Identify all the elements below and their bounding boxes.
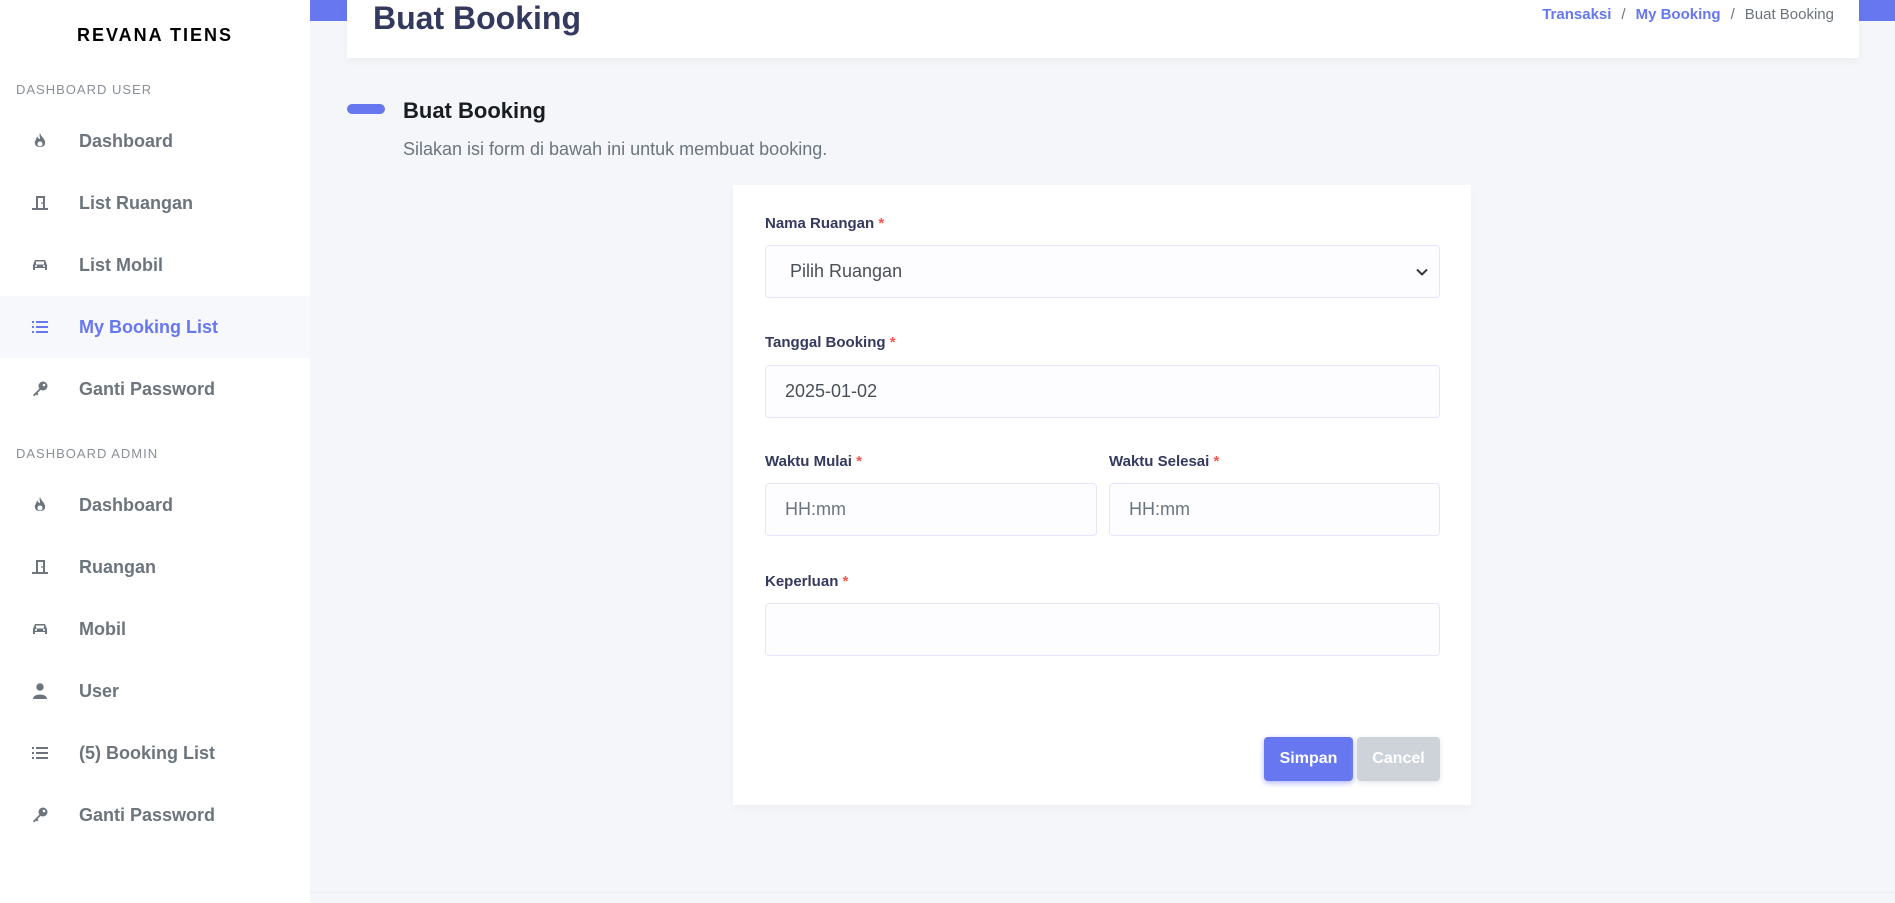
start-time-label: Waktu Mulai * — [765, 453, 862, 470]
breadcrumb-my-booking[interactable]: My Booking — [1636, 6, 1721, 23]
purpose-input[interactable] — [765, 603, 1440, 656]
save-button[interactable]: Simpan — [1264, 737, 1353, 781]
sidebar-item-dashboard[interactable]: Dashboard — [0, 110, 310, 172]
sidebar-item-label: My Booking List — [79, 316, 218, 337]
sidebar-item-user[interactable]: User — [0, 660, 310, 722]
room-select[interactable]: Pilih Ruangan — [765, 245, 1440, 298]
breadcrumb: Transaksi / My Booking / Buat Booking — [1542, 6, 1834, 23]
sidebar-item-label: Mobil — [79, 618, 126, 639]
key-icon — [30, 379, 50, 399]
breadcrumb-current: Buat Booking — [1744, 6, 1834, 23]
sidebar-item-ganti-password[interactable]: Ganti Password — [0, 358, 310, 420]
chevron-down-icon — [1416, 268, 1428, 276]
required-mark: * — [889, 334, 896, 351]
fire-icon — [30, 495, 50, 515]
list-icon — [30, 743, 50, 763]
breadcrumb-separator: / — [1730, 6, 1735, 23]
required-mark: * — [842, 573, 849, 590]
sidebar-item-my-booking-list[interactable]: My Booking List — [0, 296, 310, 358]
end-time-label-text: Waktu Selesai — [1109, 453, 1210, 470]
section-title-bar — [347, 104, 385, 114]
room-select-value: Pilih Ruangan — [790, 261, 903, 281]
sidebar-item-mobil[interactable]: Mobil — [0, 598, 310, 660]
sidebar-item-admin-ganti-password[interactable]: Ganti Password — [0, 784, 310, 846]
door-icon — [30, 557, 50, 577]
menu-header-admin: DASHBOARD ADMIN — [16, 446, 159, 461]
date-label: Tanggal Booking * — [765, 334, 896, 351]
section-lead: Silakan isi form di bawah ini untuk memb… — [403, 139, 828, 159]
sidebar-item-label: Dashboard — [79, 130, 174, 151]
required-mark: * — [1213, 453, 1220, 470]
sidebar: REVANA TIENS DASHBOARD USER Dashboard Li… — [0, 0, 310, 903]
cancel-button[interactable]: Cancel — [1357, 737, 1440, 781]
sidebar-item-label: Ganti Password — [79, 804, 216, 825]
door-icon — [30, 193, 50, 213]
sidebar-item-ruangan[interactable]: Ruangan — [0, 536, 310, 598]
user-icon — [30, 681, 50, 701]
purpose-label-text: Keperluan — [765, 573, 839, 590]
page-title: Buat Booking — [373, 0, 581, 36]
list-icon — [30, 317, 50, 337]
sidebar-item-list-mobil[interactable]: List Mobil — [0, 234, 310, 296]
start-time-input[interactable]: HH:mm — [765, 483, 1097, 536]
sidebar-item-label: Dashboard — [79, 494, 174, 515]
sidebar-item-label: List Ruangan — [79, 192, 194, 213]
required-mark: * — [856, 453, 862, 470]
sidebar-item-booking-list[interactable]: (5) Booking List — [0, 722, 310, 784]
car-icon — [30, 619, 50, 639]
booking-form: Nama Ruangan * Pilih Ruangan Tanggal Boo… — [733, 185, 1471, 805]
sidebar-item-label: Ruangan — [79, 556, 157, 577]
room-label-text: Nama Ruangan — [765, 215, 875, 232]
sidebar-item-label: (5) Booking List — [79, 742, 215, 763]
breadcrumb-separator: / — [1621, 6, 1626, 23]
sidebar-item-list-ruangan[interactable]: List Ruangan — [0, 172, 310, 234]
fire-icon — [30, 131, 50, 151]
start-time-label-text: Waktu Mulai — [765, 453, 852, 470]
section-header: Buat Booking Transaksi / My Booking / Bu… — [347, 0, 1859, 58]
required-mark: * — [878, 215, 885, 232]
menu-header-user: DASHBOARD USER — [16, 82, 153, 97]
end-time-label: Waktu Selesai * — [1109, 453, 1219, 470]
main-content: Buat Booking Transaksi / My Booking / Bu… — [310, 0, 1895, 903]
key-icon — [30, 805, 50, 825]
sidebar-item-label: User — [79, 680, 120, 701]
sidebar-item-label: Ganti Password — [79, 378, 216, 399]
breadcrumb-transaksi[interactable]: Transaksi — [1542, 6, 1611, 23]
brand-logo[interactable]: REVANA TIENS — [0, 0, 310, 70]
sidebar-item-admin-dashboard[interactable]: Dashboard — [0, 474, 310, 536]
room-label: Nama Ruangan * — [765, 215, 884, 232]
footer-divider — [310, 892, 1895, 893]
car-icon — [30, 255, 50, 275]
date-input[interactable]: 2025-01-02 — [765, 365, 1440, 418]
date-label-text: Tanggal Booking — [765, 334, 886, 351]
end-time-input[interactable]: HH:mm — [1109, 483, 1440, 536]
purpose-label: Keperluan * — [765, 573, 848, 590]
sidebar-item-label: List Mobil — [79, 254, 163, 275]
section-title: Buat Booking — [403, 98, 546, 123]
